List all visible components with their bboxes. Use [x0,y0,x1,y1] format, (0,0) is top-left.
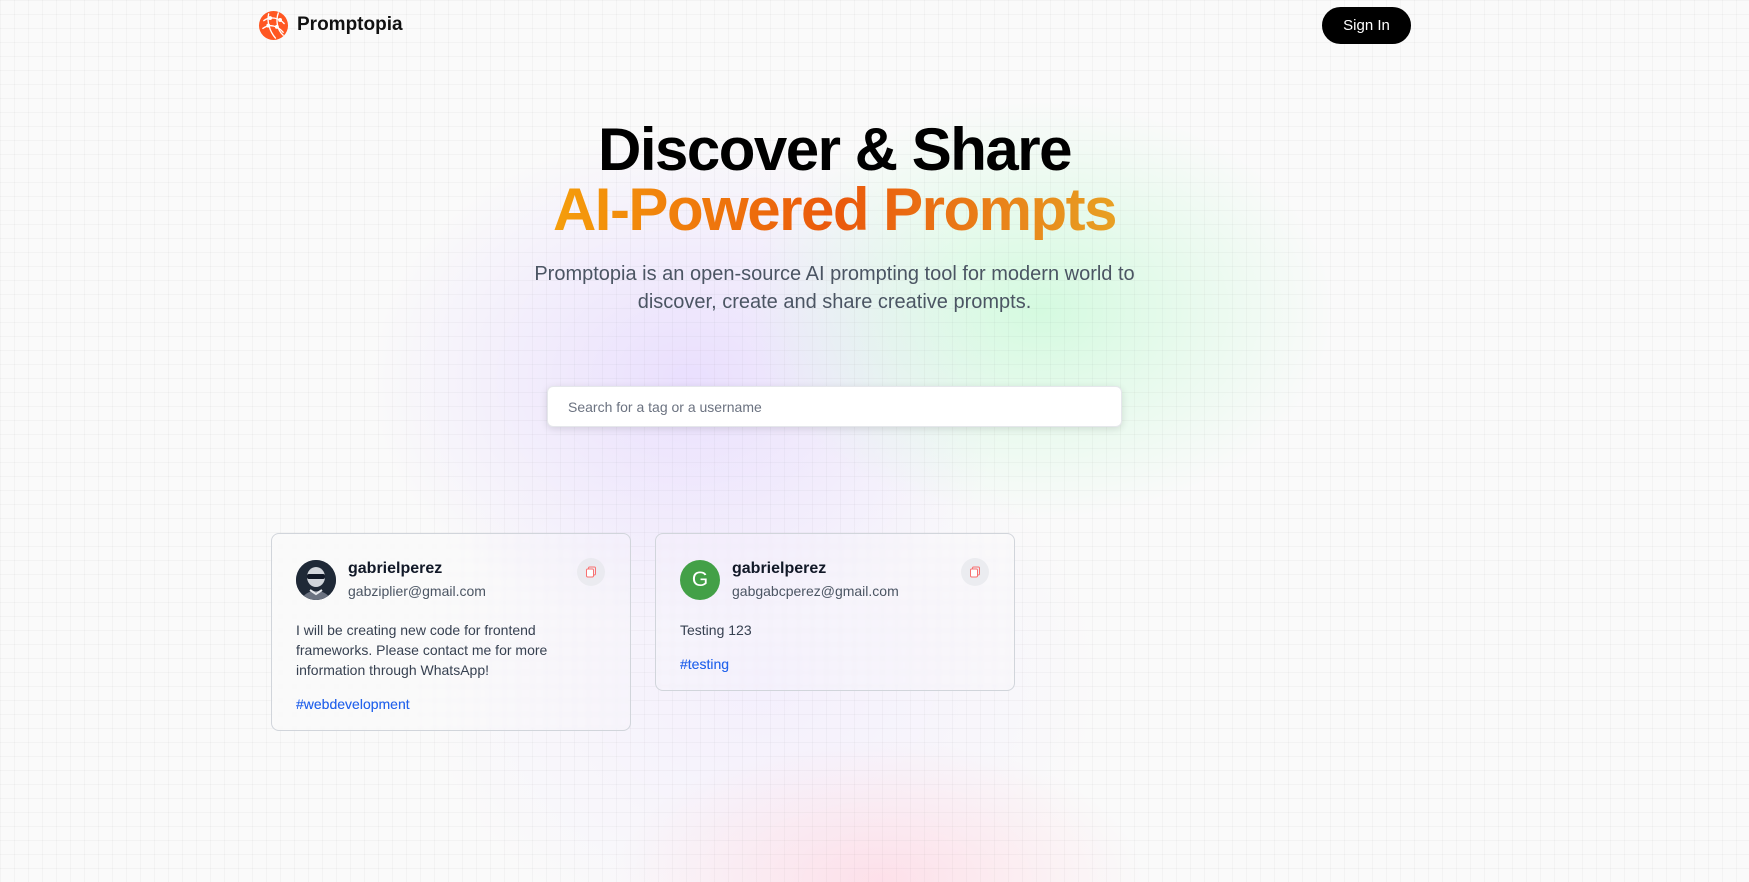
copy-button[interactable] [577,558,605,586]
hero-title-line2: AI-Powered Prompts [552,176,1118,243]
prompt-tag[interactable]: #webdevelopment [296,696,410,712]
search-input[interactable] [547,386,1122,427]
prompt-text: I will be creating new code for frontend… [296,622,548,678]
author-email: gabgabcperez@gmail.com [732,583,899,599]
hero-section: Discover & Share AI-Powered Prompts Prom… [0,120,1669,316]
copy-button[interactable] [961,558,989,586]
copy-icon [970,566,980,578]
author-email: gabziplier@gmail.com [348,583,486,599]
hero-title: Discover & Share AI-Powered Prompts [0,120,1669,240]
top-nav: Promptopia Sign In [258,6,1411,44]
hero-description: Promptopia is an open-source AI promptin… [534,263,1135,313]
avatar: G [680,560,720,600]
prompt-author[interactable]: gabrielperez gabziplier@gmail.com [296,558,486,602]
hero-title-line1: Discover & Share [598,116,1072,183]
brand-name: Promptopia [297,14,403,35]
copy-icon [586,566,596,578]
prompt-tag[interactable]: #testing [680,656,729,672]
author-username: gabrielperez [732,560,827,577]
author-info: gabrielperez gabziplier@gmail.com [348,558,486,602]
prompt-card: gabrielperez gabziplier@gmail.com I will… [271,533,631,731]
author-info: gabrielperez gabgabcperez@gmail.com [732,558,899,602]
prompt-author[interactable]: G gabrielperez gabgabcperez@gmail.com [680,558,899,602]
search-form [547,386,1122,427]
prompt-card: G gabrielperez gabgabcperez@gmail.com Te… [655,533,1015,691]
author-username: gabrielperez [348,560,443,577]
prompt-card-header: G gabrielperez gabgabcperez@gmail.com [680,558,990,602]
sign-in-button[interactable]: Sign In [1322,6,1411,44]
promptopia-logo-icon [258,10,289,40]
avatar [296,560,336,600]
prompt-text: Testing 123 [680,622,752,638]
prompt-card-header: gabrielperez gabziplier@gmail.com [296,558,606,602]
brand-link[interactable]: Promptopia [258,10,403,41]
user-photo-icon [296,560,336,600]
